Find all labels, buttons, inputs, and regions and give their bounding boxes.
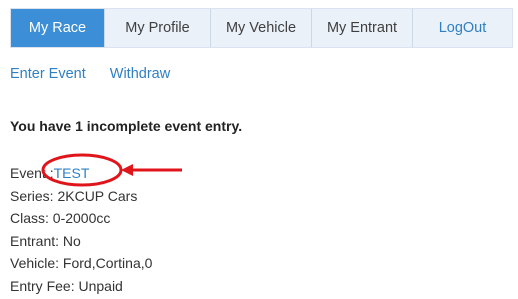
entry-details: Event :TEST Series: 2KCUP Cars Class: 0-… bbox=[10, 162, 152, 298]
event-link[interactable]: TEST bbox=[54, 165, 90, 181]
entrant-row: Entrant: No bbox=[10, 232, 81, 249]
tab-my-vehicle[interactable]: My Vehicle bbox=[211, 9, 312, 47]
class-row: Class: 0-2000cc bbox=[10, 210, 111, 227]
entry-fee-row: Entry Fee: Unpaid bbox=[10, 277, 123, 294]
tab-my-race[interactable]: My Race bbox=[11, 9, 105, 47]
tab-my-entrant[interactable]: My Entrant bbox=[312, 9, 413, 47]
event-label: Event : bbox=[10, 165, 54, 181]
series-row: Series: 2KCUP Cars bbox=[10, 187, 138, 204]
incomplete-entry-notice: You have 1 incomplete event entry. bbox=[10, 118, 243, 134]
main-nav-tabs: My Race My Profile My Vehicle My Entrant… bbox=[10, 8, 513, 48]
enter-event-link[interactable]: Enter Event bbox=[10, 66, 86, 82]
tab-my-profile[interactable]: My Profile bbox=[105, 9, 211, 47]
tab-logout[interactable]: LogOut bbox=[413, 9, 512, 47]
event-row: Event :TEST bbox=[10, 162, 152, 185]
withdraw-link[interactable]: Withdraw bbox=[110, 66, 170, 82]
event-actions: Enter Event Withdraw bbox=[10, 66, 170, 82]
vehicle-row: Vehicle: Ford,Cortina,0 bbox=[10, 255, 153, 272]
